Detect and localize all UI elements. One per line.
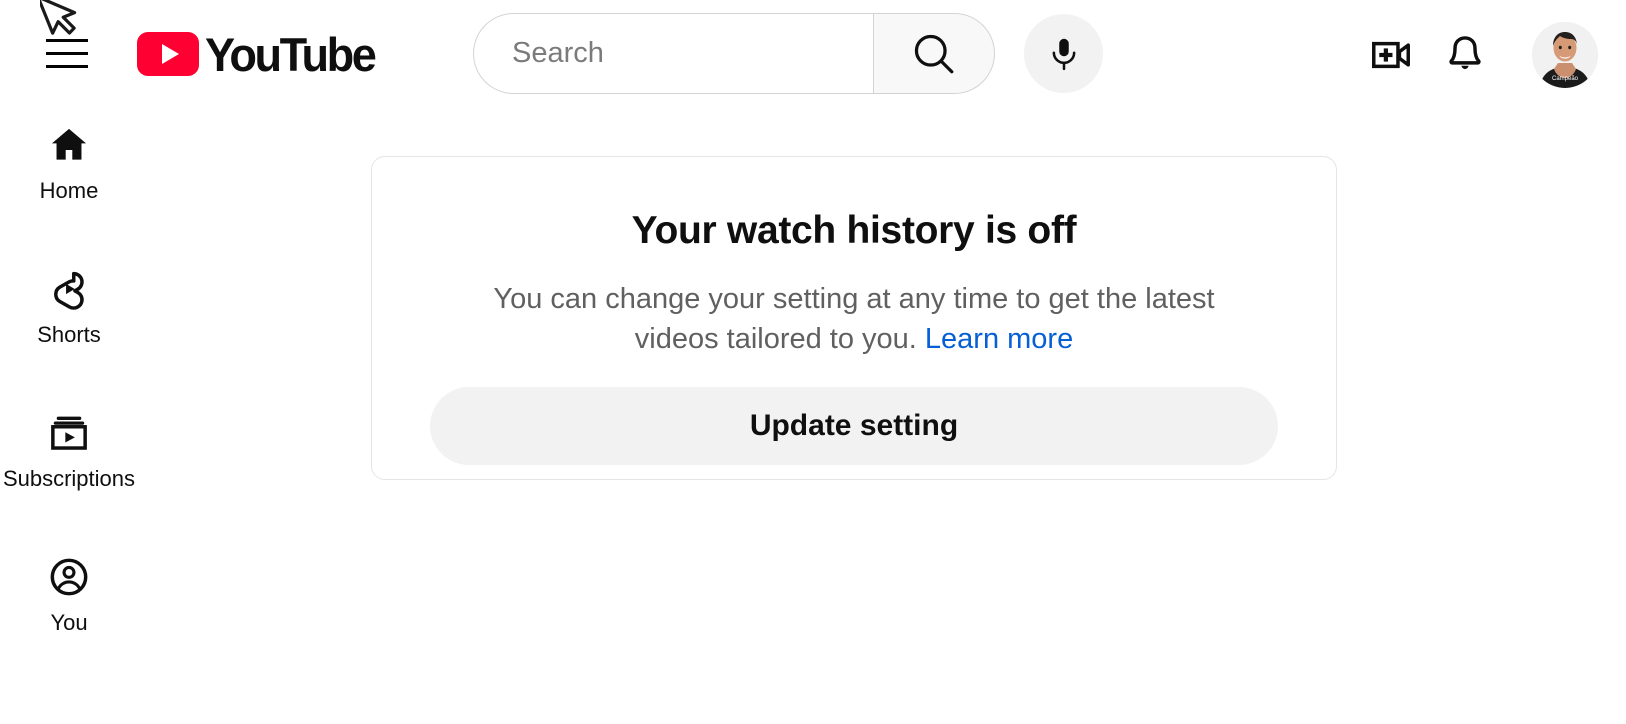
watch-history-off-card: Your watch history is off You can change… xyxy=(371,156,1337,480)
sidebar-item-subscriptions[interactable]: Subscriptions xyxy=(0,410,138,506)
avatar[interactable]: Campeão xyxy=(1532,22,1598,88)
search-field-container[interactable] xyxy=(473,13,873,94)
home-icon xyxy=(47,122,91,168)
subscriptions-icon xyxy=(47,410,91,456)
voice-search-button[interactable] xyxy=(1024,14,1103,93)
sidebar-item-home[interactable]: Home xyxy=(0,122,138,218)
hamburger-line xyxy=(46,38,88,42)
hamburger-line xyxy=(46,64,88,68)
create-button[interactable] xyxy=(1354,18,1428,92)
search-button[interactable] xyxy=(873,13,995,94)
sidebar-item-shorts[interactable]: Shorts xyxy=(0,266,138,362)
sidebar-item-label: You xyxy=(50,610,88,635)
hamburger-line xyxy=(46,51,88,55)
person-circle-icon xyxy=(47,554,91,600)
svg-text:Campeão: Campeão xyxy=(1552,76,1579,82)
search-icon xyxy=(914,34,954,73)
bell-icon xyxy=(1449,36,1481,69)
topbar-actions: Campeão xyxy=(1354,0,1626,110)
sidebar: Home Shorts Subscriptions You xyxy=(0,122,138,698)
search-input[interactable] xyxy=(510,36,856,71)
youtube-logo-icon[interactable]: YouTube xyxy=(137,28,382,80)
sidebar-item-label: Home xyxy=(39,178,99,203)
avatar-image: Campeão xyxy=(1532,22,1598,88)
update-setting-button[interactable]: Update setting xyxy=(430,387,1278,465)
top-bar: YouTube Search Campeão xyxy=(0,0,1626,110)
video-camera-plus-icon xyxy=(1372,41,1410,69)
notifications-button[interactable] xyxy=(1428,18,1502,92)
history-card-description: You can change your setting at any time … xyxy=(464,279,1244,359)
youtube-wordmark: YouTube xyxy=(205,27,377,81)
shorts-icon xyxy=(47,266,91,312)
search-bar xyxy=(473,13,995,94)
hamburger-menu-icon[interactable] xyxy=(42,31,92,75)
sidebar-item-you[interactable]: You xyxy=(0,554,138,650)
play-triangle-icon xyxy=(161,44,179,64)
history-card-description-text: You can change your setting at any time … xyxy=(493,283,1215,355)
sidebar-item-label: Subscriptions xyxy=(2,466,136,491)
sidebar-item-label: Shorts xyxy=(37,322,101,347)
learn-more-link[interactable]: Learn more xyxy=(925,323,1073,355)
page-title: Your watch history is off xyxy=(631,209,1077,252)
microphone-icon xyxy=(1052,38,1075,70)
youtube-play-badge-icon xyxy=(137,32,199,76)
